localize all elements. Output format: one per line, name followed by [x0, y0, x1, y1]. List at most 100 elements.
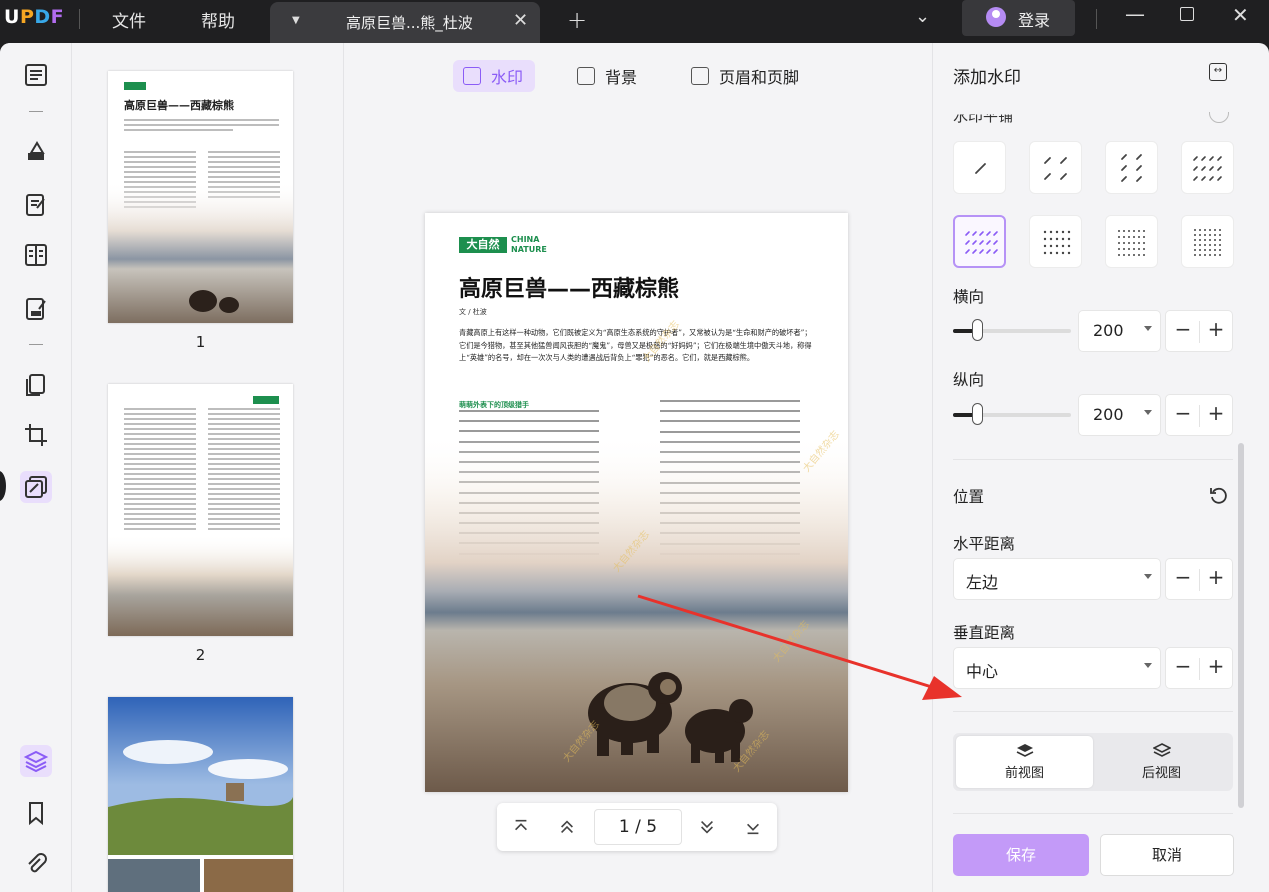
- horizontal-slider[interactable]: [953, 319, 1071, 341]
- decrease-button[interactable]: −: [1168, 565, 1198, 589]
- thumb-text: [124, 408, 196, 533]
- horizontal-distance-label: 水平距离: [953, 535, 1016, 553]
- tile-pattern-1[interactable]: [953, 141, 1006, 194]
- cancel-button[interactable]: 取消: [1100, 834, 1234, 876]
- decrease-button[interactable]: −: [1168, 317, 1198, 341]
- prev-page-button[interactable]: [555, 815, 579, 839]
- title-bar: UPDF 文件 帮助 ▼ 高原巨兽...熊_杜波 ✕ + ⌄ 登录 — ✕: [0, 0, 1269, 43]
- page-indicator[interactable]: 1 / 5: [594, 809, 682, 845]
- chevron-down-icon[interactable]: [1144, 574, 1152, 579]
- separator: [1096, 9, 1097, 29]
- thumb-photo: [108, 534, 293, 636]
- watermark-label: 水印: [491, 68, 524, 87]
- slider-handle[interactable]: [971, 403, 983, 425]
- horizontal-spacing-input[interactable]: 200: [1078, 310, 1161, 352]
- panel-scrollbar[interactable]: [1238, 443, 1244, 808]
- comment-highlight-icon[interactable]: [20, 135, 52, 167]
- page-thumbnail-3[interactable]: [108, 697, 293, 892]
- decrease-button[interactable]: −: [1168, 654, 1198, 678]
- tile-watermark-label: 水印平铺: [953, 107, 1014, 125]
- tile-pattern-7[interactable]: [1105, 215, 1158, 268]
- expand-panel-icon[interactable]: ↔: [1209, 63, 1227, 81]
- attachment-icon[interactable]: [20, 849, 52, 881]
- document-tab[interactable]: ▼ 高原巨兽...熊_杜波 ✕: [270, 2, 540, 43]
- menu-help[interactable]: 帮助: [201, 7, 235, 32]
- login-button[interactable]: 登录: [962, 0, 1075, 36]
- vertical-slider[interactable]: [953, 403, 1071, 425]
- divider: [953, 813, 1233, 814]
- decrease-button[interactable]: −: [1168, 401, 1198, 425]
- thumbnail-panel: 高原巨兽——西藏棕熊 1 2: [72, 43, 344, 892]
- toggle-icon[interactable]: [1209, 112, 1229, 123]
- thumb-title: 高原巨兽——西藏棕熊: [124, 99, 234, 112]
- background-tool-button[interactable]: 背景: [577, 60, 637, 92]
- vertical-label: 纵向: [953, 371, 985, 389]
- page-thumbnail-2[interactable]: [108, 384, 293, 636]
- horizontal-distance-select[interactable]: 左边: [953, 558, 1161, 600]
- maximize-button[interactable]: [1180, 7, 1194, 21]
- page-tools-icon[interactable]: [20, 471, 52, 503]
- increase-button[interactable]: +: [1201, 317, 1231, 341]
- vertical-distance-select[interactable]: 中心: [953, 647, 1161, 689]
- slider-handle[interactable]: [971, 319, 983, 341]
- watermark-panel: 添加水印 ↔ 水印平铺 横向 200 − + 纵向 200 − + 位置 水平距…: [932, 43, 1256, 892]
- divider: [953, 711, 1233, 712]
- menu-file[interactable]: 文件: [112, 7, 146, 32]
- page-thumbnail-1[interactable]: 高原巨兽——西藏棕熊: [108, 71, 293, 323]
- minimize-button[interactable]: —: [1125, 2, 1145, 26]
- first-page-button[interactable]: [509, 815, 533, 839]
- header-footer-icon: [691, 67, 709, 85]
- new-tab-button[interactable]: +: [567, 6, 587, 34]
- watermark-tool-button[interactable]: 水印: [453, 60, 536, 92]
- crop-icon[interactable]: [20, 419, 52, 451]
- chevron-down-icon[interactable]: ⌄: [915, 6, 930, 27]
- background-label: 背景: [605, 68, 638, 87]
- tile-pattern-4[interactable]: [1181, 141, 1234, 194]
- layer-toggle: 前视图 后视图: [953, 733, 1233, 791]
- next-page-button[interactable]: [695, 815, 719, 839]
- last-page-button[interactable]: [741, 815, 765, 839]
- sign-icon[interactable]: [20, 293, 52, 325]
- increase-button[interactable]: +: [1201, 401, 1231, 425]
- save-button[interactable]: 保存: [953, 834, 1089, 876]
- thumb-logo: [253, 396, 279, 404]
- rail-collapse-handle[interactable]: [0, 471, 6, 501]
- tile-pattern-3[interactable]: [1105, 141, 1158, 194]
- separator: [79, 9, 80, 29]
- thumb-photo: [108, 181, 293, 323]
- vertical-spacing-input[interactable]: 200: [1078, 394, 1161, 436]
- page-navigation: 1 / 5: [497, 803, 777, 851]
- tile-pattern-5[interactable]: [953, 215, 1006, 268]
- back-view-button[interactable]: 后视图: [1093, 736, 1230, 788]
- reader-mode-icon[interactable]: [20, 59, 52, 91]
- tile-pattern-8[interactable]: [1181, 215, 1234, 268]
- layers-icon[interactable]: [20, 745, 52, 777]
- horizontal-stepper: − +: [1165, 310, 1233, 352]
- tile-pattern-6[interactable]: [1029, 215, 1082, 268]
- tab-dropdown-icon[interactable]: ▼: [292, 15, 300, 26]
- front-view-button[interactable]: 前视图: [956, 736, 1093, 788]
- close-window-button[interactable]: ✕: [1232, 3, 1249, 27]
- tile-pattern-2[interactable]: [1029, 141, 1082, 194]
- increase-button[interactable]: +: [1201, 565, 1231, 589]
- tab-title: 高原巨兽...熊_杜波: [346, 14, 473, 32]
- header-footer-tool-button[interactable]: 页眉和页脚: [691, 60, 799, 92]
- bear-photo: [425, 433, 848, 792]
- chevron-down-icon[interactable]: [1144, 410, 1152, 415]
- edit-pdf-icon[interactable]: [20, 189, 52, 221]
- chevron-down-icon[interactable]: [1144, 663, 1152, 668]
- divider: [953, 459, 1233, 460]
- bookmark-icon[interactable]: [20, 797, 52, 829]
- thumbnail-number-2: 2: [195, 646, 206, 664]
- tab-close-icon[interactable]: ✕: [513, 10, 528, 31]
- chevron-down-icon[interactable]: [1144, 326, 1152, 331]
- reset-icon[interactable]: [1209, 486, 1229, 506]
- form-icon[interactable]: [20, 239, 52, 271]
- increase-button[interactable]: +: [1201, 654, 1231, 678]
- article-intro: 青藏高原上有这样一种动物，它们既被定义为“高原生态系统的守护者”，又常被认为是“…: [459, 328, 812, 362]
- article-subheading: 萌萌外表下的顶级猎手: [459, 401, 529, 409]
- organize-pages-icon[interactable]: [20, 369, 52, 401]
- vertical-stepper: − +: [1165, 394, 1233, 436]
- background-icon: [577, 67, 595, 85]
- pdf-page[interactable]: 大自然 CHINA NATURE 高原巨兽——西藏棕熊 文 / 杜波 青藏高原上…: [425, 213, 848, 792]
